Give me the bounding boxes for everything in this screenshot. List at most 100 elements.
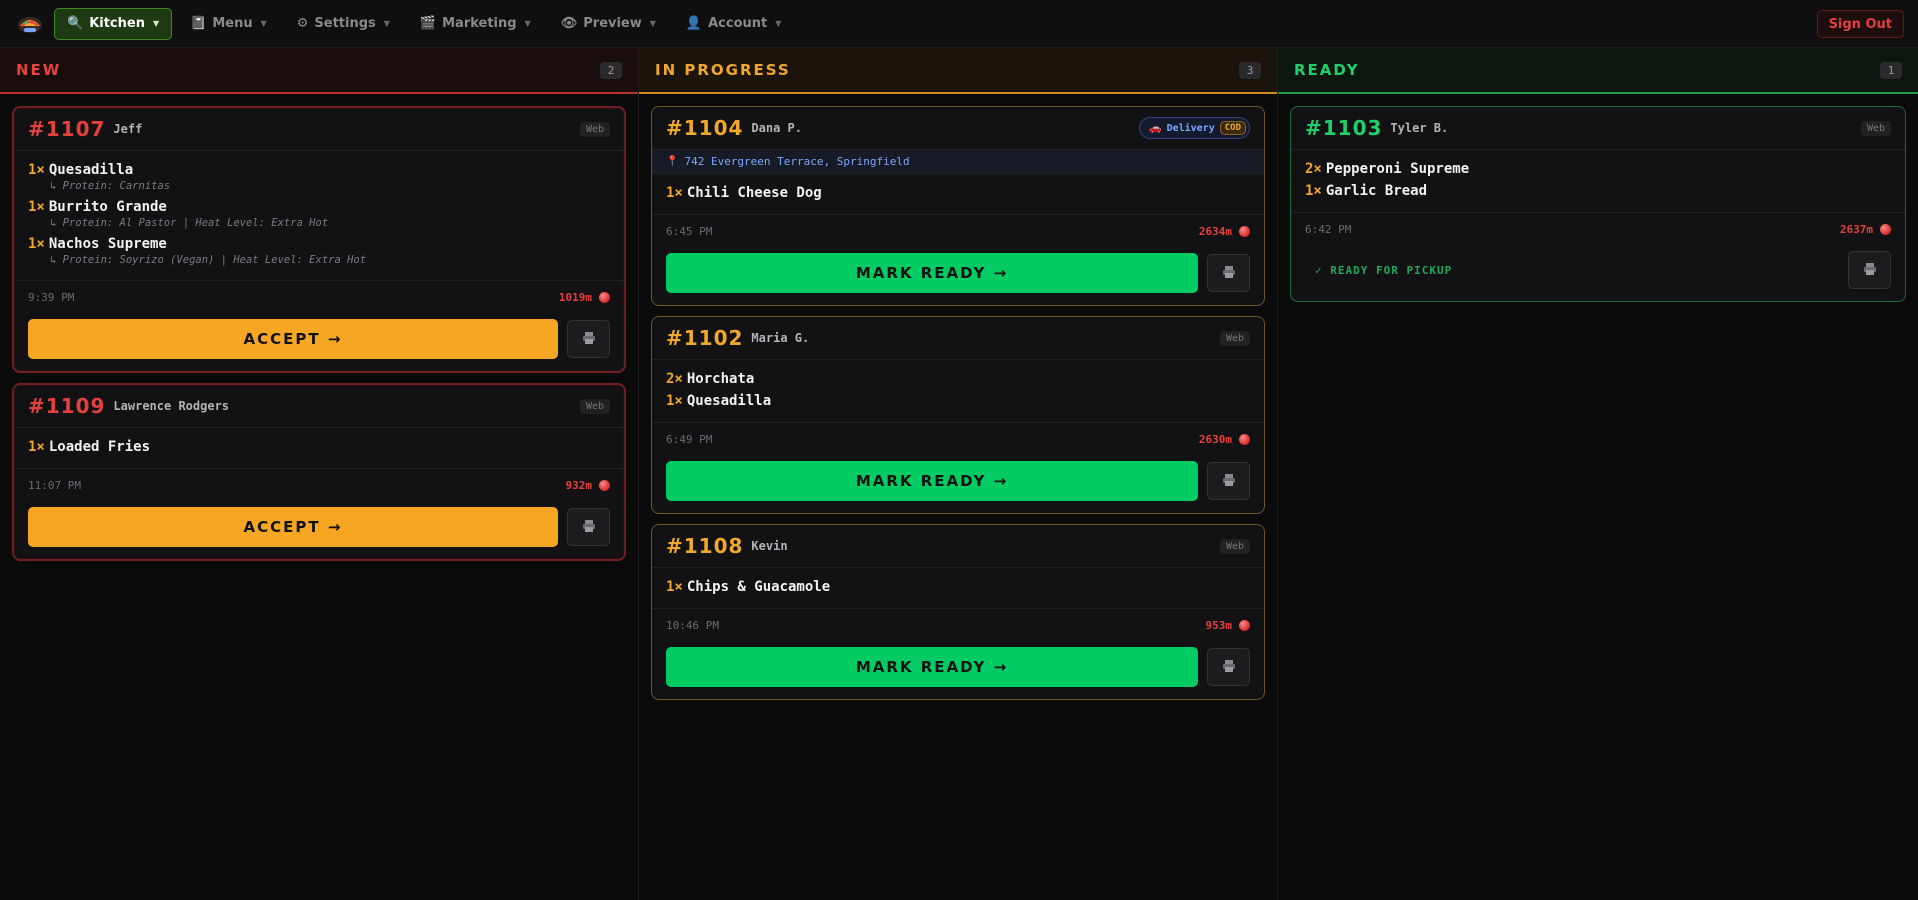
item-modifiers: ↳ Protein: Al Pastor | Heat Level: Extra… [50, 217, 329, 229]
order-items: 1× Chili Cheese Dog [652, 174, 1264, 215]
column-header: NEW 2 [0, 48, 638, 94]
order-actions: MARK READY → [652, 247, 1264, 305]
order-age: 2634m [1199, 225, 1250, 238]
order-card[interactable]: #1109 Lawrence Rodgers Web 1× Loaded Fries 11… [12, 383, 626, 561]
item-line: 1× Quesadilla [666, 392, 1250, 410]
item-line: 1× Garlic Bread [1305, 182, 1891, 200]
column-header: READY 1 [1278, 48, 1918, 94]
order-number: #1107 [28, 117, 106, 141]
order-meta: 10:46 PM 953m [652, 609, 1264, 641]
print-ticket-button[interactable] [567, 320, 610, 358]
age-minutes: 932m [565, 478, 593, 492]
column-title: IN PROGRESS [655, 61, 791, 79]
mark-ready-button[interactable]: MARK READY → [666, 253, 1198, 293]
printer-icon [1863, 261, 1877, 280]
order-items: 2× Horchata 1× Quesadilla [652, 360, 1264, 423]
order-item: 2× Horchata [666, 370, 1250, 388]
item-line: 1× Chili Cheese Dog [666, 184, 1250, 202]
nav-menu-menu[interactable]: 📓 Menu ▼ [178, 8, 279, 40]
sign-out-button[interactable]: Sign Out [1816, 10, 1904, 38]
item-quantity: 2× [666, 371, 683, 387]
chevron-down-icon: ▼ [649, 19, 656, 28]
delivery-label: Delivery [1166, 122, 1215, 134]
user-icon: 👤 [685, 16, 703, 31]
printer-icon [582, 330, 596, 349]
gear-icon: ⚙ [296, 16, 309, 31]
item-quantity: 1× [28, 199, 45, 215]
printer-icon [1222, 264, 1236, 283]
order-list: #1104 Dana P. 🚗 Delivery COD 📍 742 Evergreen T… [639, 94, 1277, 700]
age-minutes: 1019m [558, 290, 592, 304]
item-quantity: 2× [1305, 161, 1322, 177]
order-item: 1× Chips & Guacamole [666, 578, 1250, 596]
order-number: #1104 [666, 116, 744, 140]
order-meta: 6:42 PM 2637m [1291, 213, 1905, 245]
app-logo[interactable] [12, 6, 48, 42]
order-card[interactable]: #1103 Tyler B. Web 2× Pepperoni Supreme 1× Gar… [1290, 106, 1906, 302]
map-pin-icon: 📍 [666, 156, 679, 167]
overdue-indicator-icon [1239, 433, 1250, 445]
order-actions: ✓ READY FOR PICKUP [1291, 245, 1905, 301]
chevron-down-icon: ▼ [260, 19, 267, 28]
address-text: 742 Evergreen Terrace, Springfield [684, 155, 910, 168]
nav-account-label: Account [708, 16, 768, 31]
customer-name: Lawrence Rodgers [113, 399, 230, 413]
order-age: 2637m [1840, 223, 1891, 236]
column-header: IN PROGRESS 3 [639, 48, 1277, 94]
customer-name: Kevin [751, 539, 788, 553]
item-quantity: 1× [666, 393, 683, 409]
order-number: #1109 [28, 394, 106, 418]
order-card[interactable]: #1102 Maria G. Web 2× Horchata 1× Quesadilla 6:… [651, 316, 1265, 514]
printer-icon [1222, 658, 1236, 677]
customer-name: Jeff [113, 122, 143, 136]
print-ticket-button[interactable] [1848, 251, 1891, 289]
order-number: #1102 [666, 326, 744, 350]
item-line: 2× Horchata [666, 370, 1250, 388]
item-name: Loaded Fries [48, 439, 151, 455]
kitchen-order-board: NEW 2 #1107 Jeff Web 1× Quesadilla ↳ Protein: C… [0, 48, 1918, 900]
order-header: #1104 Dana P. 🚗 Delivery COD [652, 107, 1264, 150]
order-meta: 6:45 PM 2634m [652, 215, 1264, 247]
nav-account-menu[interactable]: 👤 Account ▼ [674, 8, 793, 40]
order-source-badge: Web [1860, 120, 1891, 136]
item-name: Chips & Guacamole [686, 579, 831, 595]
age-minutes: 953m [1205, 618, 1233, 632]
nav-settings-menu[interactable]: ⚙ Settings ▼ [285, 8, 402, 40]
accept-order-button[interactable]: ACCEPT → [28, 319, 558, 359]
mark-ready-button[interactable]: MARK READY → [666, 461, 1198, 501]
item-name: Quesadilla [48, 162, 134, 178]
accept-order-button[interactable]: ACCEPT → [28, 507, 558, 547]
order-time: 6:45 PM [666, 224, 713, 238]
mark-ready-button[interactable]: MARK READY → [666, 647, 1198, 687]
order-source-badge: Web [1219, 538, 1250, 554]
print-ticket-button[interactable] [1207, 648, 1250, 686]
nav-kitchen-menu[interactable]: 🔍 Kitchen ▼ [54, 7, 173, 40]
ready-for-pickup-status: ✓ READY FOR PICKUP [1315, 263, 1453, 277]
nav-preview-label: Preview [583, 16, 642, 31]
taco-truck-logo-icon [18, 16, 42, 33]
overdue-indicator-icon [1239, 619, 1250, 631]
item-line: 2× Pepperoni Supreme [1305, 160, 1891, 178]
order-number: #1103 [1305, 116, 1383, 140]
top-navigation-bar: 🔍 Kitchen ▼ 📓 Menu ▼ ⚙ Settings ▼ 🎬 Marketing ▼ 👁 Pre… [0, 0, 1918, 48]
item-line: 1× Nachos Supreme [28, 235, 610, 253]
print-ticket-button[interactable] [1207, 254, 1250, 292]
nav-marketing-label: Marketing [442, 16, 517, 31]
order-items: 1× Quesadilla ↳ Protein: Carnitas 1× Burrito… [14, 151, 624, 281]
item-name: Quesadilla [686, 393, 772, 409]
nav-preview-menu[interactable]: 👁 Preview ▼ [549, 8, 668, 40]
chevron-down-icon: ▼ [152, 19, 160, 28]
printer-icon [582, 518, 596, 537]
print-ticket-button[interactable] [1207, 462, 1250, 500]
order-items: 2× Pepperoni Supreme 1× Garlic Bread [1291, 150, 1905, 213]
order-card[interactable]: #1107 Jeff Web 1× Quesadilla ↳ Protein: Carni… [12, 106, 626, 373]
print-ticket-button[interactable] [567, 508, 610, 546]
age-minutes: 2630m [1198, 432, 1232, 446]
column-title: READY [1294, 61, 1360, 79]
order-card[interactable]: #1104 Dana P. 🚗 Delivery COD 📍 742 Evergreen T… [651, 106, 1265, 306]
order-count-badge: 1 [1880, 61, 1902, 79]
order-card[interactable]: #1108 Kevin Web 1× Chips & Guacamole 10:46 PM… [651, 524, 1265, 700]
item-name: Chili Cheese Dog [686, 185, 822, 201]
nav-marketing-menu[interactable]: 🎬 Marketing ▼ [408, 8, 543, 40]
item-quantity: 1× [28, 439, 45, 455]
